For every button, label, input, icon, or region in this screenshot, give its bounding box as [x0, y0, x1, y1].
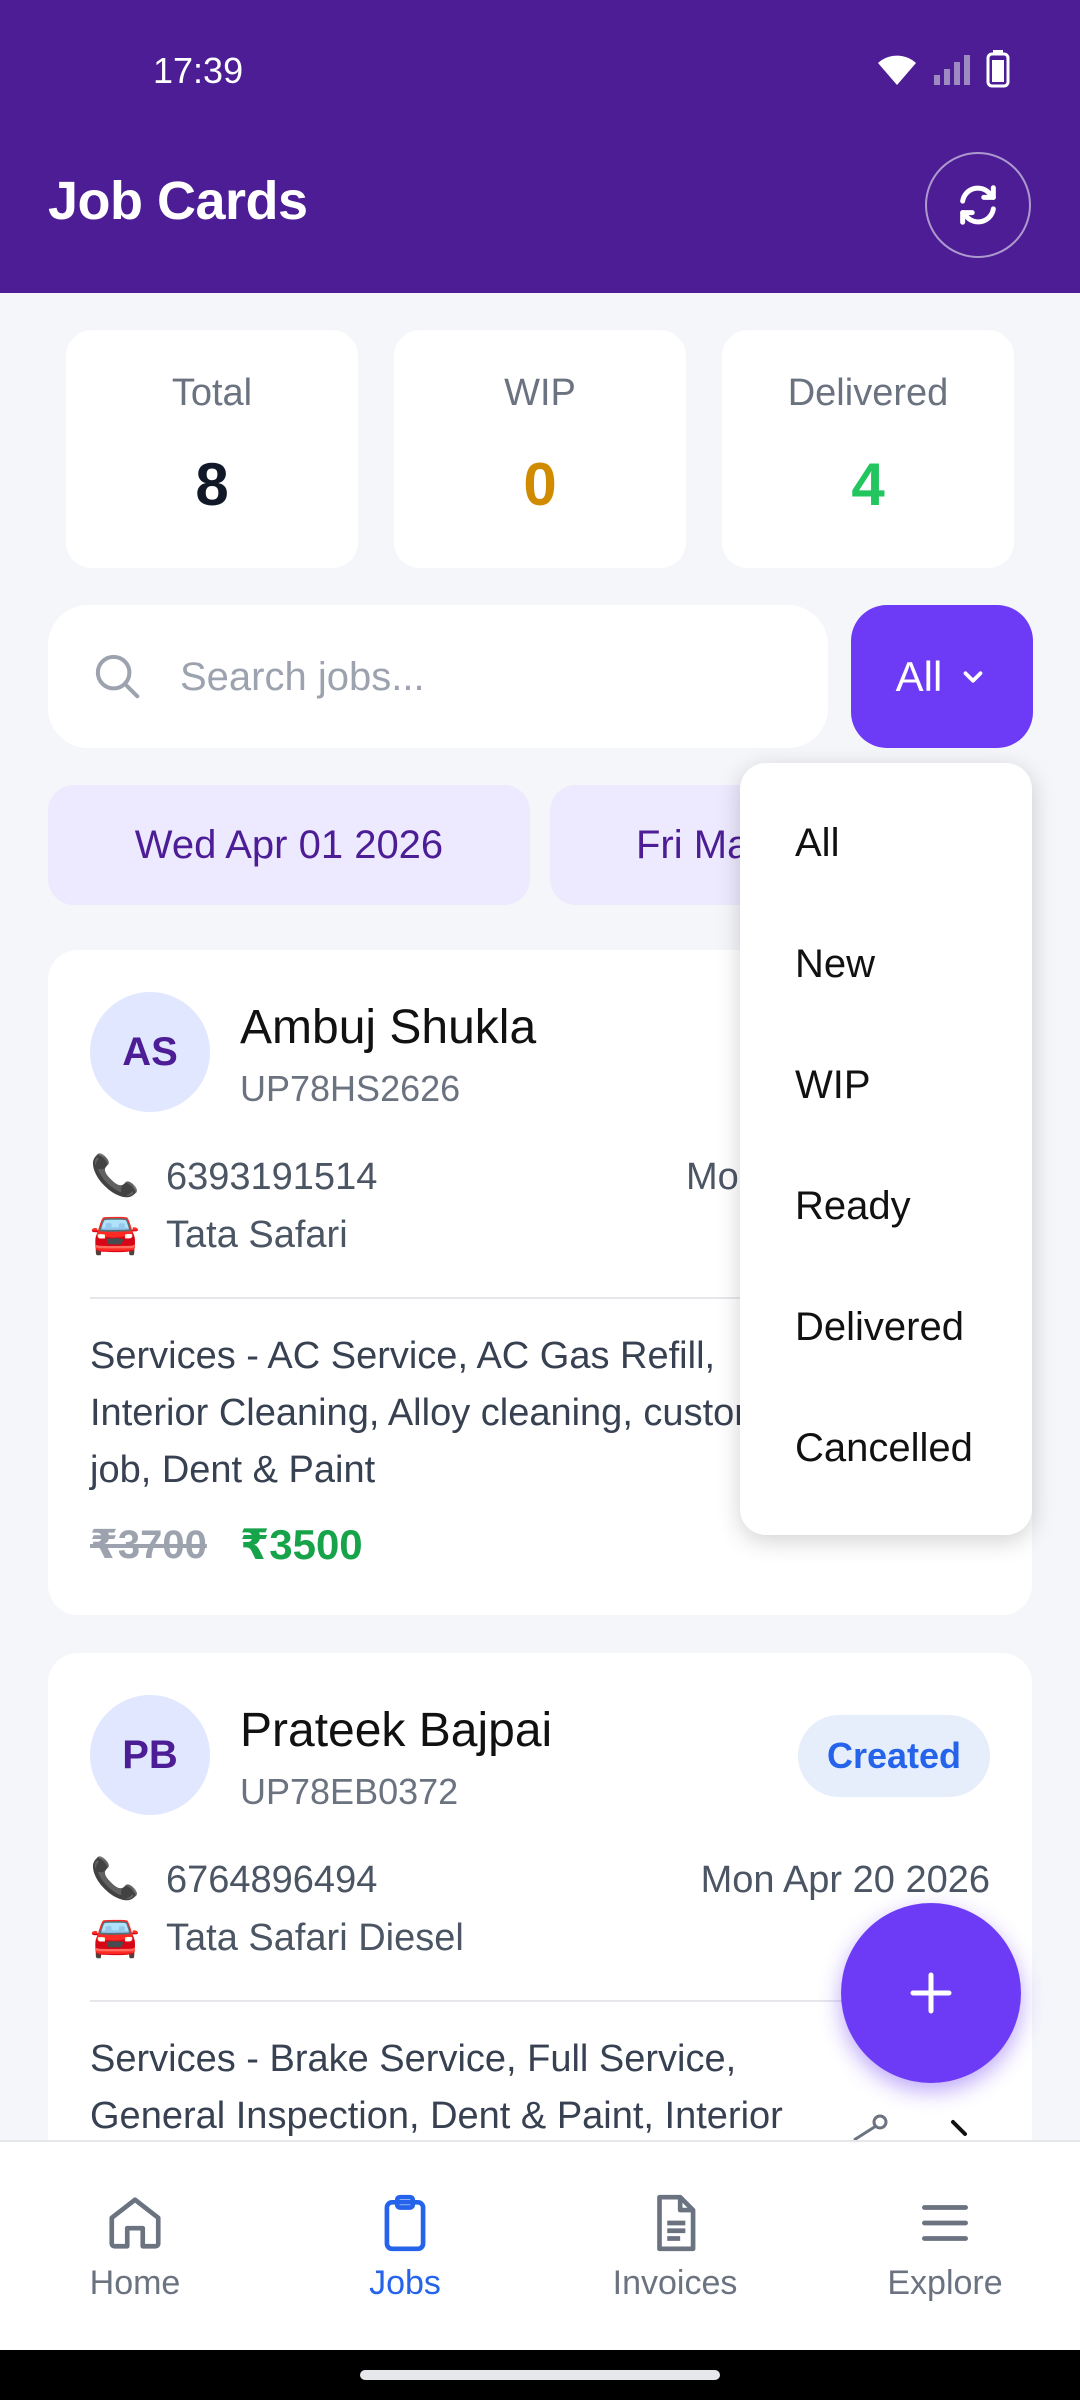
nav-item-jobs[interactable]: Jobs [270, 2142, 540, 2352]
vehicle-model: Tata Safari Diesel [166, 1917, 464, 1959]
stat-label: Total [171, 372, 253, 414]
vehicle-plate: UP78EB0372 [240, 1771, 459, 1812]
services-line: General Inspection, Dent & Paint, Interi… [90, 2095, 783, 2137]
dropdown-option-wip[interactable]: WIP [795, 1063, 871, 1108]
vehicle-model: Tata Safari [166, 1214, 348, 1256]
home-icon [109, 2196, 161, 2249]
search-icon [95, 654, 140, 699]
refresh-button[interactable] [925, 152, 1031, 258]
stat-value-delivered: 4 [851, 451, 885, 518]
plus-icon [910, 1972, 952, 2014]
dropdown-option-all[interactable]: All [795, 821, 839, 866]
status-filter-button[interactable]: All [851, 605, 1033, 748]
services-text: Services - AC Service, AC Gas Refill, In… [90, 1328, 790, 1499]
signal-icon [934, 55, 970, 85]
home-gesture-handle[interactable] [360, 2370, 720, 2380]
dropdown-option-delivered[interactable]: Delivered [795, 1305, 964, 1350]
app-header: 17:39 Job Cards [0, 0, 1080, 293]
search-input[interactable] [180, 645, 780, 709]
nav-label: Home [89, 2263, 181, 2302]
stat-value-total: 8 [195, 451, 229, 518]
stat-card-delivered: Delivered 4 [722, 330, 1014, 568]
add-job-button[interactable] [841, 1903, 1021, 2083]
search-box [48, 605, 828, 748]
date-chip-from[interactable]: Wed Apr 01 2026 [48, 785, 530, 905]
phone-icon: 📞 [90, 1154, 140, 1198]
document-icon [657, 2194, 696, 2251]
car-icon: 🚘 [90, 1212, 140, 1256]
stat-value-wip: 0 [523, 451, 557, 518]
nav-label: Explore [887, 2263, 1003, 2302]
customer-name: Prateek Bajpai [240, 1704, 553, 1757]
stat-card-wip: WIP 0 [394, 330, 686, 568]
nav-label: Jobs [369, 2263, 441, 2302]
car-icon: 🚘 [90, 1915, 140, 1959]
final-price: ₹3500 [240, 1521, 363, 1568]
clipboard-icon [384, 2194, 426, 2251]
phone-icon: 📞 [90, 1857, 140, 1901]
nav-item-invoices[interactable]: Invoices [540, 2142, 810, 2352]
dropdown-option-cancelled[interactable]: Cancelled [795, 1426, 973, 1471]
services-text: Services - Brake Service, Full Service, … [90, 2031, 790, 2145]
job-date: Mo [686, 1156, 739, 1198]
status-icons [874, 50, 1010, 88]
nav-item-explore[interactable]: Explore [810, 2142, 1080, 2352]
bottom-nav: Home Jobs Invoices Explore [0, 2140, 1080, 2350]
services-line: Services - AC Service, AC Gas Refill, [90, 1335, 716, 1377]
vehicle-plate: UP78HS2626 [240, 1068, 461, 1109]
stat-card-total: Total 8 [66, 330, 358, 568]
battery-icon [986, 50, 1010, 88]
services-line: Services - Brake Service, Full Service, [90, 2038, 737, 2080]
customer-phone: 6393191514 [166, 1156, 378, 1198]
refresh-icon [960, 185, 996, 225]
job-date: Mon Apr 20 2026 [700, 1859, 990, 1901]
dropdown-option-new[interactable]: New [795, 942, 875, 987]
wifi-icon [878, 55, 916, 85]
nav-item-home[interactable]: Home [0, 2142, 270, 2352]
customer-phone: 6764896494 [166, 1859, 378, 1901]
menu-icon [922, 2204, 968, 2241]
page-title: Job Cards [48, 171, 308, 231]
dropdown-option-ready[interactable]: Ready [795, 1184, 911, 1229]
date-chip-label: Fri Ma [636, 822, 750, 867]
services-line: Interior Cleaning, Alloy cleaning, custo… [90, 1392, 747, 1434]
chevron-down-icon [963, 670, 983, 683]
services-line: job, Dent & Paint [90, 1449, 376, 1491]
status-badge: Created [798, 1715, 990, 1797]
customer-name: Ambuj Shukla [240, 1001, 537, 1054]
filter-label: All [895, 652, 943, 700]
avatar: AS [90, 992, 210, 1112]
original-price: ₹3700 [90, 1523, 207, 1567]
job-card[interactable]: PB Prateek Bajpai UP78EB0372 Created 📞 6… [48, 1653, 1032, 2173]
avatar: PB [90, 1695, 210, 1815]
stat-label: WIP [504, 372, 576, 414]
system-gesture-bar [0, 2350, 1080, 2400]
status-time: 17:39 [153, 50, 244, 91]
nav-label: Invoices [612, 2263, 738, 2302]
date-chip-label: Wed Apr 01 2026 [134, 822, 444, 867]
stat-label: Delivered [787, 372, 949, 414]
status-filter-dropdown: All New WIP Ready Delivered Cancelled [740, 763, 1032, 1535]
